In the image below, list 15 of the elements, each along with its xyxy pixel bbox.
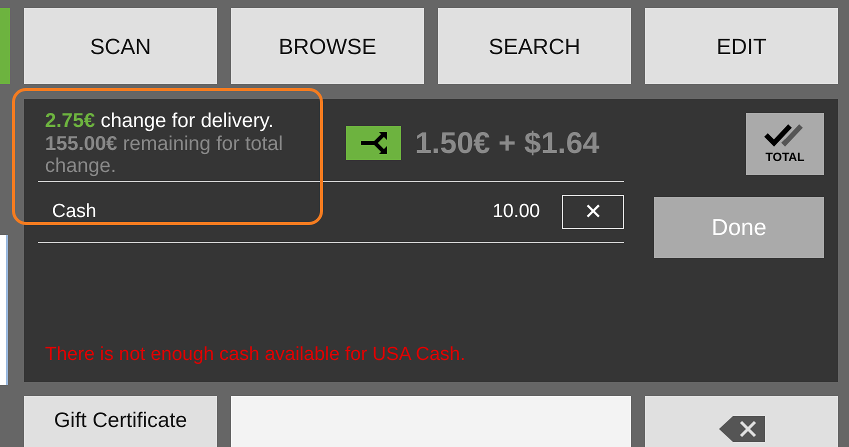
- remaining-change-text: 155.00€ remaining for total change.: [45, 133, 284, 177]
- toolbar-button[interactable]: BROWSE: [231, 8, 424, 84]
- split-amount: 1.50€ + $1.64: [415, 126, 600, 162]
- error-message: There is not enough cash available for USA Cash.: [44, 343, 466, 367]
- backspace-icon: [718, 416, 764, 442]
- split-icon: [346, 126, 401, 160]
- toolbar-button[interactable]: SCAN: [24, 8, 217, 84]
- total-button[interactable]: TOTAL: [746, 113, 824, 175]
- delivery-change-text: 2.75€ change for delivery.: [45, 109, 275, 133]
- remove-button[interactable]: ✕: [562, 195, 624, 229]
- payment-amount: 10.00: [492, 200, 540, 224]
- gift-certificate-button[interactable]: Gift Certificate: [24, 396, 217, 447]
- payment-method: Cash: [52, 200, 98, 224]
- toolbar-button[interactable]: EDIT: [645, 8, 838, 84]
- toolbar-button[interactable]: SEARCH: [438, 8, 631, 84]
